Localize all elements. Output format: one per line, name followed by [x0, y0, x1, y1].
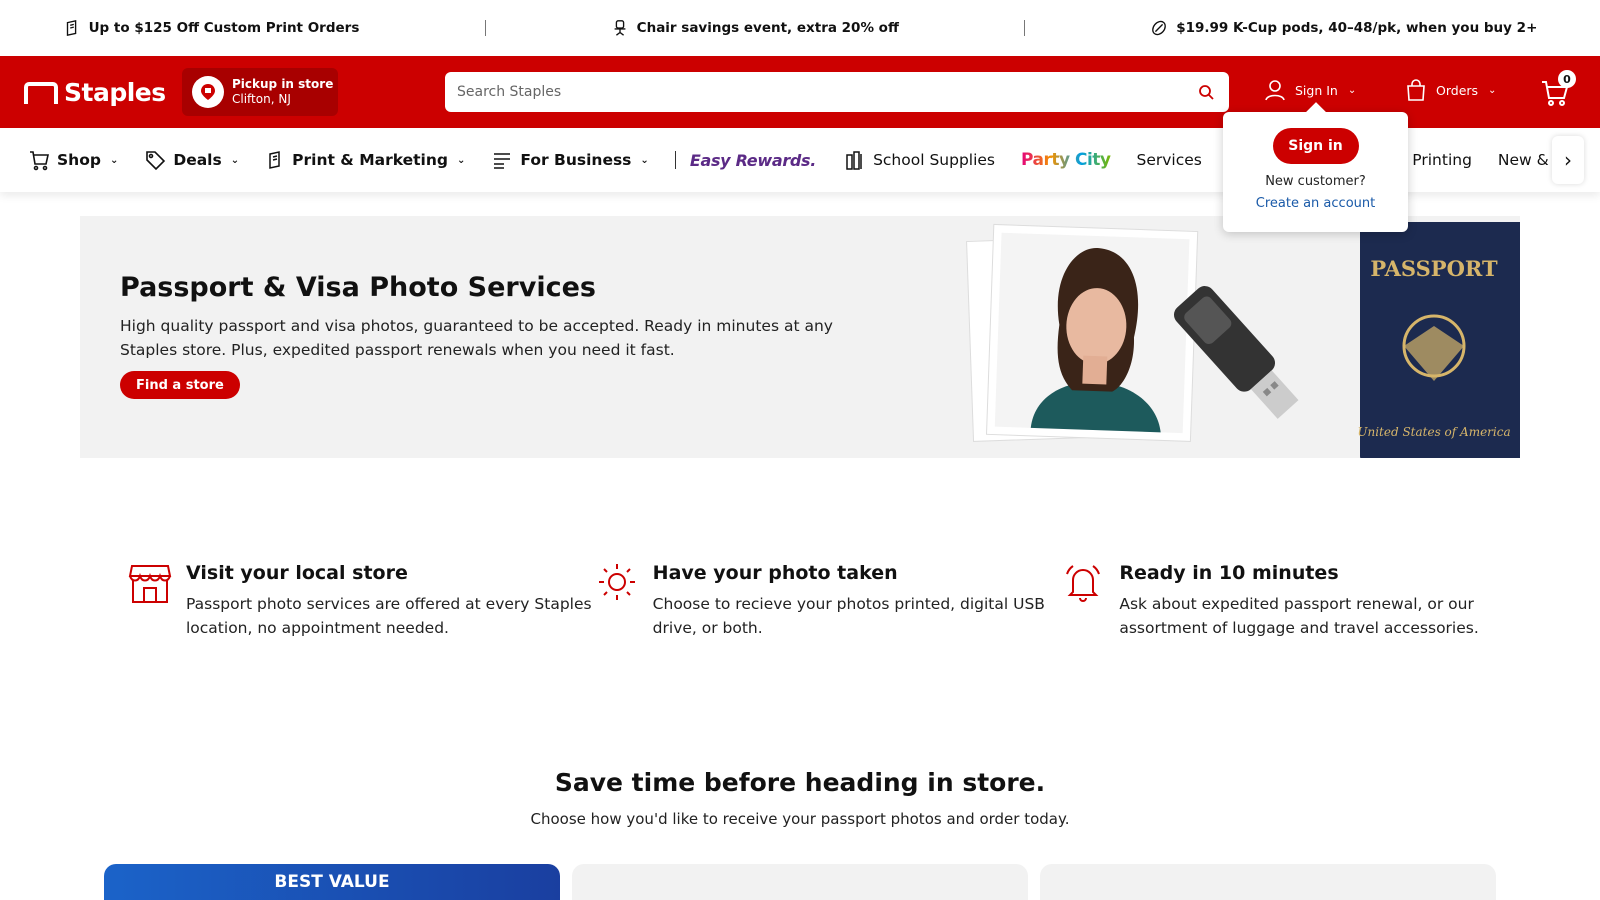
- logo-text: Staples: [64, 78, 166, 107]
- section-subtitle: Choose how you'd like to receive your pa…: [530, 810, 1070, 828]
- promo-divider: [1024, 20, 1026, 36]
- chevron-down-icon: ⌄: [1347, 84, 1357, 96]
- search-input[interactable]: [457, 84, 1195, 100]
- orders-label: Orders: [1436, 82, 1479, 98]
- pickup-store-button[interactable]: Pickup in store Clifton, NJ: [182, 68, 338, 116]
- nav-deals[interactable]: Deals ⌄: [144, 149, 239, 171]
- create-account-link[interactable]: Create an account: [1256, 196, 1375, 211]
- hero-banner: Passport & Visa Photo Services High qual…: [80, 216, 1520, 458]
- nav-services-label: Services: [1136, 151, 1202, 169]
- staples-logo[interactable]: Staples: [24, 78, 166, 107]
- chevron-down-icon: ⌄: [1488, 84, 1497, 96]
- pencil-cup-icon: [846, 151, 862, 170]
- bell-icon: [1066, 565, 1101, 602]
- signin-label: Sign In: [1295, 82, 1338, 98]
- nav-for-business[interactable]: For Business ⌄: [491, 149, 649, 171]
- hero-image: PASSPORT United States of America: [966, 222, 1520, 458]
- cart-count-badge: 0: [1558, 70, 1576, 88]
- nav-print-label: Print & Marketing: [292, 151, 448, 169]
- portrait-photo: [985, 223, 1199, 442]
- option-card-3[interactable]: [1040, 864, 1496, 900]
- chevron-down-icon: ⌄: [640, 154, 649, 166]
- step-2-desc: Choose to recieve your photos printed, d…: [652, 595, 1045, 637]
- step-photo-taken: Have your photo taken Choose to recieve …: [595, 560, 1062, 640]
- chevron-right-icon: ›: [1564, 148, 1572, 172]
- promo-print-text: Up to $125 Off Custom Print Orders: [88, 20, 360, 36]
- nav-party-city[interactable]: Party City: [1021, 150, 1111, 170]
- step-3-title: Ready in 10 minutes: [1119, 562, 1339, 584]
- passport-country: United States of America: [1357, 425, 1510, 439]
- search-bar: [445, 72, 1229, 112]
- step-visit-store: Visit your local store Passport photo se…: [128, 560, 595, 640]
- user-icon: [1265, 80, 1285, 101]
- step-ready: Ready in 10 minutes Ask about expedited …: [1061, 560, 1528, 640]
- signin-popover: Sign in New customer? Create an account: [1223, 112, 1408, 232]
- promo-bar: Up to $125 Off Custom Print Orders Chair…: [0, 0, 1600, 56]
- nav-services[interactable]: Services: [1137, 151, 1202, 169]
- store-icon: [128, 565, 172, 603]
- step-2-title: Have your photo taken: [652, 562, 898, 584]
- header-orders[interactable]: Orders ⌄: [1404, 78, 1496, 102]
- nav-divider: [674, 151, 676, 169]
- nav-business-label: For Business: [520, 151, 632, 169]
- option-card-2[interactable]: [572, 864, 1028, 900]
- nav-shop[interactable]: Shop ⌄: [28, 149, 118, 171]
- print-icon: [66, 19, 76, 37]
- find-store-button[interactable]: Find a store: [120, 371, 240, 399]
- nav-scroll-right-button[interactable]: ›: [1552, 136, 1584, 184]
- passport: PASSPORT United States of America: [1357, 222, 1520, 458]
- nav-shop-label: Shop: [57, 151, 101, 169]
- cart-button[interactable]: 0: [1540, 70, 1576, 110]
- cart-outline-icon: [30, 151, 49, 171]
- popover-signin-button[interactable]: Sign in: [1272, 128, 1359, 164]
- promo-kcup[interactable]: $19.99 K-Cup pods, 40–48/pk, when you bu…: [1150, 19, 1537, 37]
- nav-deals-label: Deals: [173, 151, 222, 169]
- nav-school-label: School Supplies: [873, 151, 996, 169]
- promo-chair-text: Chair savings event, extra 20% off: [636, 20, 899, 36]
- print-icon: [269, 151, 280, 169]
- promo-print[interactable]: Up to $125 Off Custom Print Orders: [63, 19, 360, 37]
- new-customer-label: New customer?: [1265, 174, 1366, 189]
- step-1-title: Visit your local store: [186, 562, 408, 584]
- option-card-best-value[interactable]: BEST VALUE: [104, 864, 560, 900]
- nav-printing[interactable]: Printing: [1412, 151, 1472, 169]
- best-value-label: BEST VALUE: [274, 872, 390, 892]
- chevron-down-icon: ⌄: [230, 154, 240, 166]
- nav-new-label: New &: [1497, 151, 1549, 169]
- step-1-desc: Passport photo services are offered at e…: [186, 595, 592, 637]
- chevron-down-icon: ⌄: [456, 154, 466, 166]
- hero-description: High quality passport and visa photos, g…: [120, 317, 833, 359]
- nav-printing-label: Printing: [1412, 151, 1472, 169]
- nav-easy-rewards[interactable]: Easy Rewards.: [690, 151, 817, 170]
- promo-chair[interactable]: Chair savings event, extra 20% off: [611, 19, 899, 37]
- header-signin[interactable]: Sign In ⌄: [1263, 78, 1356, 102]
- hero-title: Passport & Visa Photo Services: [120, 272, 596, 303]
- bag-icon: [1407, 79, 1425, 101]
- chevron-down-icon: ⌄: [109, 154, 119, 166]
- nav-school-supplies[interactable]: School Supplies: [844, 149, 995, 171]
- promo-kcup-text: $19.99 K-Cup pods, 40–48/pk, when you bu…: [1176, 20, 1538, 36]
- search-icon: [1199, 85, 1214, 100]
- flash-icon: [598, 564, 635, 600]
- staples-logo-mark: [24, 81, 58, 104]
- pickup-location: Clifton, NJ: [232, 92, 291, 106]
- coffee-bean-icon: [1152, 20, 1167, 36]
- section-title: Save time before heading in store.: [554, 768, 1046, 797]
- search-button[interactable]: [1195, 81, 1217, 103]
- party-city-label: Party City: [1021, 150, 1111, 170]
- list-icon: [494, 153, 511, 169]
- passport-title: PASSPORT: [1370, 256, 1498, 281]
- promo-divider: [484, 20, 486, 36]
- pickup-label: Pickup in store: [232, 77, 334, 91]
- nav-new[interactable]: New &: [1498, 151, 1549, 169]
- chair-icon: [614, 20, 626, 36]
- step-3-desc: Ask about expedited passport renewal, or…: [1119, 595, 1479, 637]
- steps-section: Visit your local store Passport photo se…: [128, 560, 1528, 640]
- tag-icon: [146, 151, 166, 171]
- nav-print-marketing[interactable]: Print & Marketing ⌄: [265, 150, 465, 170]
- store-pin-icon: [192, 76, 224, 108]
